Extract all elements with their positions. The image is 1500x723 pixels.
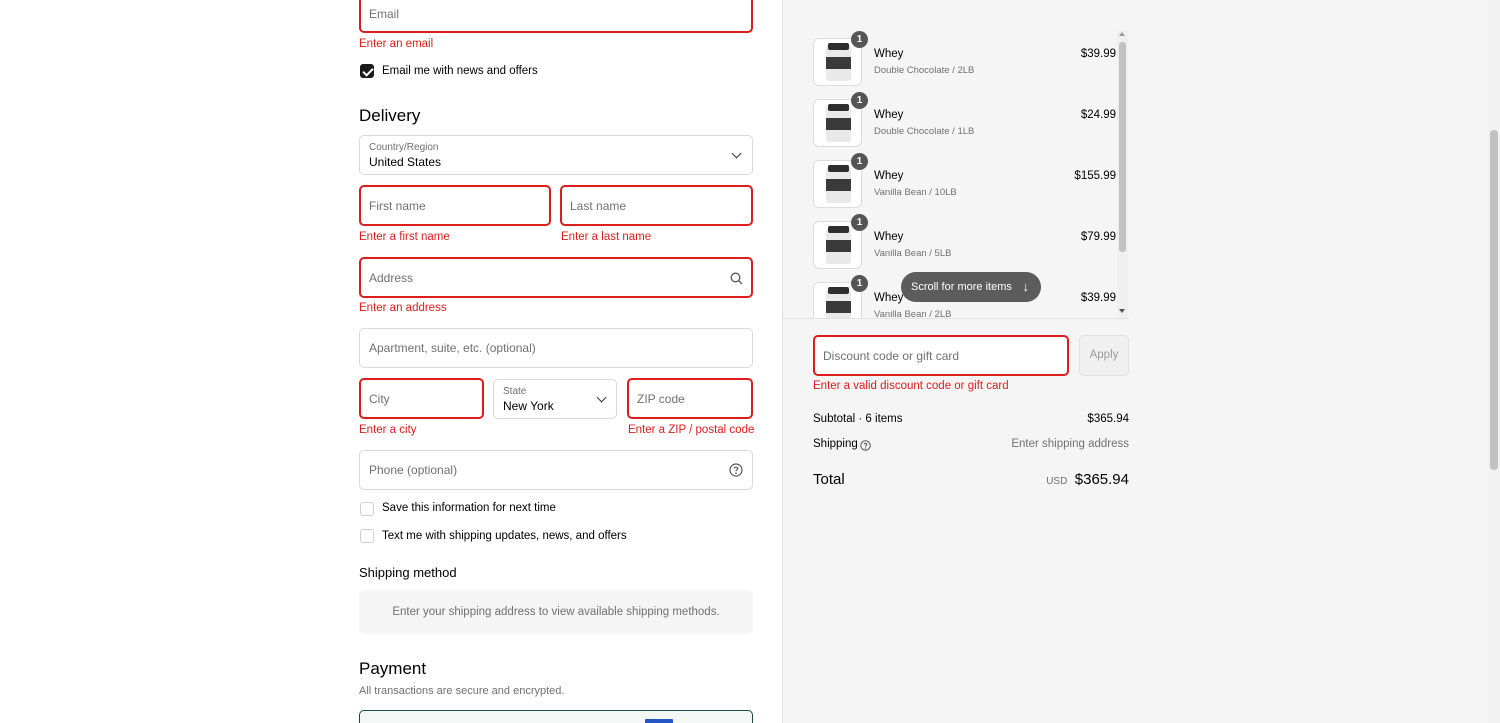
scrollbar-up-arrow-icon[interactable] [1119,32,1125,36]
zip-field[interactable]: ZIP code [627,378,753,419]
total-amount: USD $365.94 [1046,471,1129,489]
currency-code: USD [1046,476,1068,487]
apply-button[interactable]: Apply [1079,335,1129,376]
phone-placeholder: Phone (optional) [369,463,458,477]
discount-code-field[interactable]: Discount code or gift card [813,335,1069,376]
quantity-badge: 1 [851,214,868,231]
country-label: Country/Region [369,142,439,153]
shipping-method-heading: Shipping method [359,565,457,580]
first-name-field[interactable]: First name [359,185,551,226]
last-name-placeholder: Last name [570,198,627,213]
item-variant: Vanilla Bean / 2LB [874,309,952,319]
help-circle-icon[interactable] [860,440,871,451]
chevron-down-icon [596,392,607,403]
apartment-placeholder: Apartment, suite, etc. (optional) [369,341,536,355]
list-item: 1 Whey Vanilla Bean / 10LB $155.99 [813,153,1118,212]
zip-placeholder: ZIP code [637,391,685,406]
page-scrollbar[interactable] [1488,0,1500,723]
item-variant: Double Chocolate / 2LB [874,65,975,76]
newsletter-label: Email me with news and offers [382,65,538,77]
list-item: 1 Whey Double Chocolate / 2LB $39.99 [813,31,1118,90]
address-field[interactable]: Address [359,257,753,298]
email-error: Enter an email [359,38,434,50]
payment-card-box[interactable] [359,710,753,723]
shipping-method-notice-box: Enter your shipping address to view avai… [359,590,753,634]
address-placeholder: Address [369,270,414,285]
total-label: Total [813,471,845,488]
city-error: Enter a city [359,424,417,436]
apartment-field[interactable]: Apartment, suite, etc. (optional) [359,328,753,368]
scrollbar-thumb[interactable] [1119,42,1126,252]
quantity-badge: 1 [851,31,868,48]
item-variant: Double Chocolate / 1LB [874,126,975,137]
shipping-value: Enter shipping address [1011,438,1129,450]
quantity-badge: 1 [851,275,868,292]
scroll-hint-toast[interactable]: Scroll for more items ↓ [901,272,1041,302]
item-price: $39.99 [1080,292,1116,304]
payment-heading: Payment [359,659,427,678]
cart-scrollbar[interactable] [1117,30,1128,318]
item-name: Whey [874,170,904,182]
discount-code-placeholder: Discount code or gift card [823,348,960,363]
total-value: $365.94 [1074,471,1129,488]
first-name-error: Enter a first name [359,231,450,243]
item-variant: Vanilla Bean / 5LB [874,248,952,259]
scrollbar-down-arrow-icon[interactable] [1119,309,1125,313]
email-field[interactable]: Email [359,0,753,33]
arrow-down-icon: ↓ [1022,279,1030,294]
apply-button-label: Apply [1089,349,1119,361]
quantity-badge: 1 [851,92,868,109]
last-name-error: Enter a last name [561,231,652,243]
delivery-heading: Delivery [359,106,421,125]
help-circle-icon[interactable] [729,463,743,477]
discount-error: Enter a valid discount code or gift card [813,380,1009,392]
scroll-hint-label: Scroll for more items [911,281,1012,293]
zip-error: Enter a ZIP / postal code [628,424,755,436]
text-me-label: Text me with shipping updates, news, and… [382,530,627,542]
address-error: Enter an address [359,302,447,314]
item-name: Whey [874,109,904,121]
text-me-checkbox[interactable] [360,529,374,543]
checkout-form: Email Enter an email Email me with news … [0,0,782,723]
payment-subtext: All transactions are secure and encrypte… [359,685,565,697]
page-scrollbar-thumb[interactable] [1490,130,1498,470]
list-item: 1 Whey Double Chocolate / 1LB $24.99 [813,92,1118,151]
last-name-field[interactable]: Last name [560,185,753,226]
shipping-method-notice: Enter your shipping address to view avai… [392,606,720,618]
item-price: $39.99 [1080,48,1116,60]
order-summary: 1 Whey Double Chocolate / 2LB $39.99 1 W… [782,0,1488,723]
card-brand-icon [645,719,673,723]
subtotal-label: Subtotal · 6 items [813,413,903,425]
state-select[interactable]: State New York [493,379,617,419]
search-icon [730,272,743,285]
save-info-label: Save this information for next time [382,502,556,514]
item-name: Whey [874,231,904,243]
list-item: 1 Whey Vanilla Bean / 5LB $79.99 [813,214,1118,273]
state-label: State [503,386,527,397]
first-name-placeholder: First name [369,198,426,213]
country-select[interactable]: Country/Region United States [359,135,753,175]
quantity-badge: 1 [851,153,868,170]
item-variant: Vanilla Bean / 10LB [874,187,957,198]
city-field[interactable]: City [359,378,484,419]
item-price: $24.99 [1080,109,1116,121]
shipping-label: Shipping [813,438,858,450]
phone-field[interactable]: Phone (optional) [359,450,753,490]
newsletter-checkbox[interactable] [360,64,374,78]
chevron-down-icon [731,148,742,159]
item-price: $155.99 [1074,170,1116,182]
state-value: New York [503,399,554,413]
country-value: United States [369,155,442,169]
item-name: Whey [874,292,904,304]
item-name: Whey [874,48,904,60]
item-price: $79.99 [1080,231,1116,243]
city-placeholder: City [369,391,390,406]
email-placeholder: Email [369,7,400,21]
subtotal-value: $365.94 [1087,413,1129,425]
save-info-checkbox[interactable] [360,502,374,516]
